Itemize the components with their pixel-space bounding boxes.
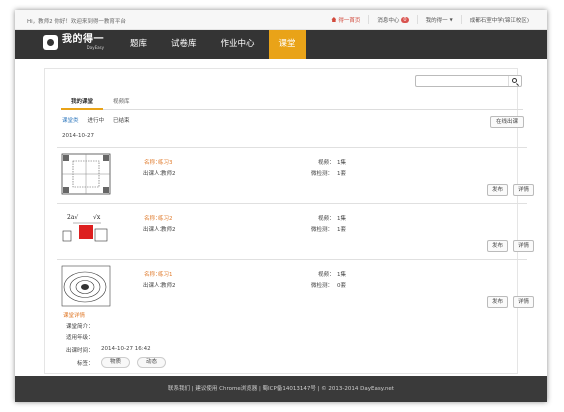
message-count-badge: 0 [401, 16, 409, 23]
intro-label: 课堂简介： [66, 324, 94, 330]
svg-text:√x: √x [93, 214, 101, 221]
lesson-teacher: 教师2 [161, 171, 176, 177]
math-figure-icon: 2a√ √x [62, 210, 110, 250]
home-link-label: 得一首页 [338, 17, 361, 24]
lesson-video-count: 1集 [337, 160, 346, 166]
lesson-micro-count: 1套 [337, 227, 346, 233]
lesson-detail-button[interactable]: 详情 [513, 240, 534, 252]
nav-item-question-bank[interactable]: 题库 [120, 30, 157, 59]
school-label: 成都石室中学(锦江校区) [469, 17, 529, 24]
tab-bar: 我的课堂 视频库 [61, 96, 523, 110]
lesson-row: 2a√ √x 名称： 练习2 出课人： 教师2 视频： 1集 微检测： 1套 发… [57, 203, 534, 259]
lesson-teacher: 教师2 [161, 283, 176, 289]
lesson-teacher: 教师2 [161, 227, 176, 233]
lesson-micro-count: 1套 [337, 171, 346, 177]
tab-my-classroom[interactable]: 我的课堂 [61, 96, 104, 110]
logo-subtitle: DayEasy [86, 45, 104, 50]
nav-item-classroom[interactable]: 课堂 [268, 30, 306, 59]
greeting-text: Hi，教师2 你好！欢迎来到得一教育平台 [27, 19, 126, 25]
time-value: 2014-10-27 16:42 [101, 346, 151, 352]
messages-link[interactable]: 消息中心 0 [368, 15, 416, 24]
search-box [415, 75, 522, 87]
lesson-name[interactable]: 练习2 [158, 214, 173, 222]
lesson-video-label: 视频： [318, 216, 335, 222]
search-button[interactable] [508, 76, 521, 86]
search-icon [512, 78, 517, 83]
lesson-publish-button[interactable]: 发布 [487, 240, 508, 252]
user-menu[interactable]: 我的得一 ▼ [416, 15, 461, 24]
user-menu-label: 我的得一 [425, 17, 448, 24]
lesson-publish-button[interactable]: 发布 [487, 296, 508, 308]
home-link[interactable]: 得一首页 [323, 15, 368, 24]
lesson-row: 名称： 练习3 出课人： 教师2 视频： 1集 微检测： 1套 发布 详情 [57, 147, 534, 203]
tab-video-library[interactable]: 视频库 [103, 96, 140, 110]
nav-item-paper-bank[interactable]: 试卷库 [161, 30, 207, 59]
lesson-name[interactable]: 练习3 [158, 158, 173, 166]
logo-icon [43, 34, 58, 50]
lesson-video-label: 视频： [318, 160, 335, 166]
lesson-micro-label: 微检测： [311, 171, 334, 177]
lesson-video-label: 视频： [318, 272, 335, 278]
lesson-video-count: 1集 [337, 216, 346, 222]
lesson-video-count: 1集 [337, 272, 346, 278]
logo[interactable]: 我的得一 DayEasy [43, 34, 104, 50]
ellipse-figure-icon [61, 265, 111, 307]
lesson-detail-button[interactable]: 详情 [513, 296, 534, 308]
top-bar: Hi，教师2 你好！欢迎来到得一教育平台 得一首页 消息中心 0 我的得一 ▼ … [15, 10, 547, 30]
footer: 联系我们 | 建议使用 Chrome浏览器 | 蜀ICP备14013147号 |… [15, 376, 547, 402]
main-navbar: 我的得一 DayEasy 题库 试卷库 作业中心 课堂 [15, 30, 547, 59]
lesson-row: 名称： 练习1 出课人： 教师2 视频： 1集 微检测： 0套 发布 详情 [57, 259, 534, 315]
tags-list: 物质 动态 [101, 357, 221, 369]
nav-item-homework-center[interactable]: 作业中心 [211, 30, 265, 59]
messages-link-label: 消息中心 [377, 17, 400, 24]
filter-classroom[interactable]: 课堂类 [62, 116, 79, 124]
school-link[interactable]: 成都石室中学(锦江校区) [460, 15, 537, 24]
lesson-micro-label: 微检测： [311, 283, 334, 289]
filter-in-progress[interactable]: 进行中 [88, 116, 105, 124]
grid-figure-icon [61, 153, 111, 195]
svg-text:2a√: 2a√ [67, 214, 78, 221]
browser-window: Hi，教师2 你好！欢迎来到得一教育平台 得一首页 消息中心 0 我的得一 ▼ … [15, 10, 547, 402]
lesson-publish-button[interactable]: 发布 [487, 184, 508, 196]
home-icon [331, 17, 337, 22]
nav-items: 题库 试卷库 作业中心 课堂 [120, 30, 310, 59]
lesson-detail-button[interactable]: 详情 [513, 184, 534, 196]
logo-title: 我的得一 [62, 34, 104, 45]
chevron-down-icon: ▼ [449, 17, 453, 22]
tag-item[interactable]: 物质 [101, 357, 131, 368]
date-heading: 2014-10-27 [62, 133, 94, 139]
lesson-name[interactable]: 练习1 [158, 270, 173, 278]
lesson-micro-count: 0套 [337, 283, 346, 289]
tags-label: 标签： [77, 361, 94, 367]
content-panel: 我的课堂 视频库 课堂类 进行中 已结束 在线出课 2014-10-27 名称：… [44, 68, 534, 374]
lesson-micro-label: 微检测： [311, 227, 334, 233]
tag-item[interactable]: 动态 [137, 357, 167, 368]
filter-ended[interactable]: 已结束 [113, 116, 130, 124]
top-links: 得一首页 消息中心 0 我的得一 ▼ 成都石室中学(锦江校区) [323, 15, 537, 24]
search-input[interactable] [416, 76, 506, 86]
grade-label: 适用年级： [66, 335, 94, 341]
details-title: 课堂详情 [63, 313, 86, 319]
filter-bar: 课堂类 进行中 已结束 [62, 116, 139, 124]
publish-online-button[interactable]: 在线出课 [490, 116, 524, 128]
time-label: 出课时间： [66, 348, 94, 354]
